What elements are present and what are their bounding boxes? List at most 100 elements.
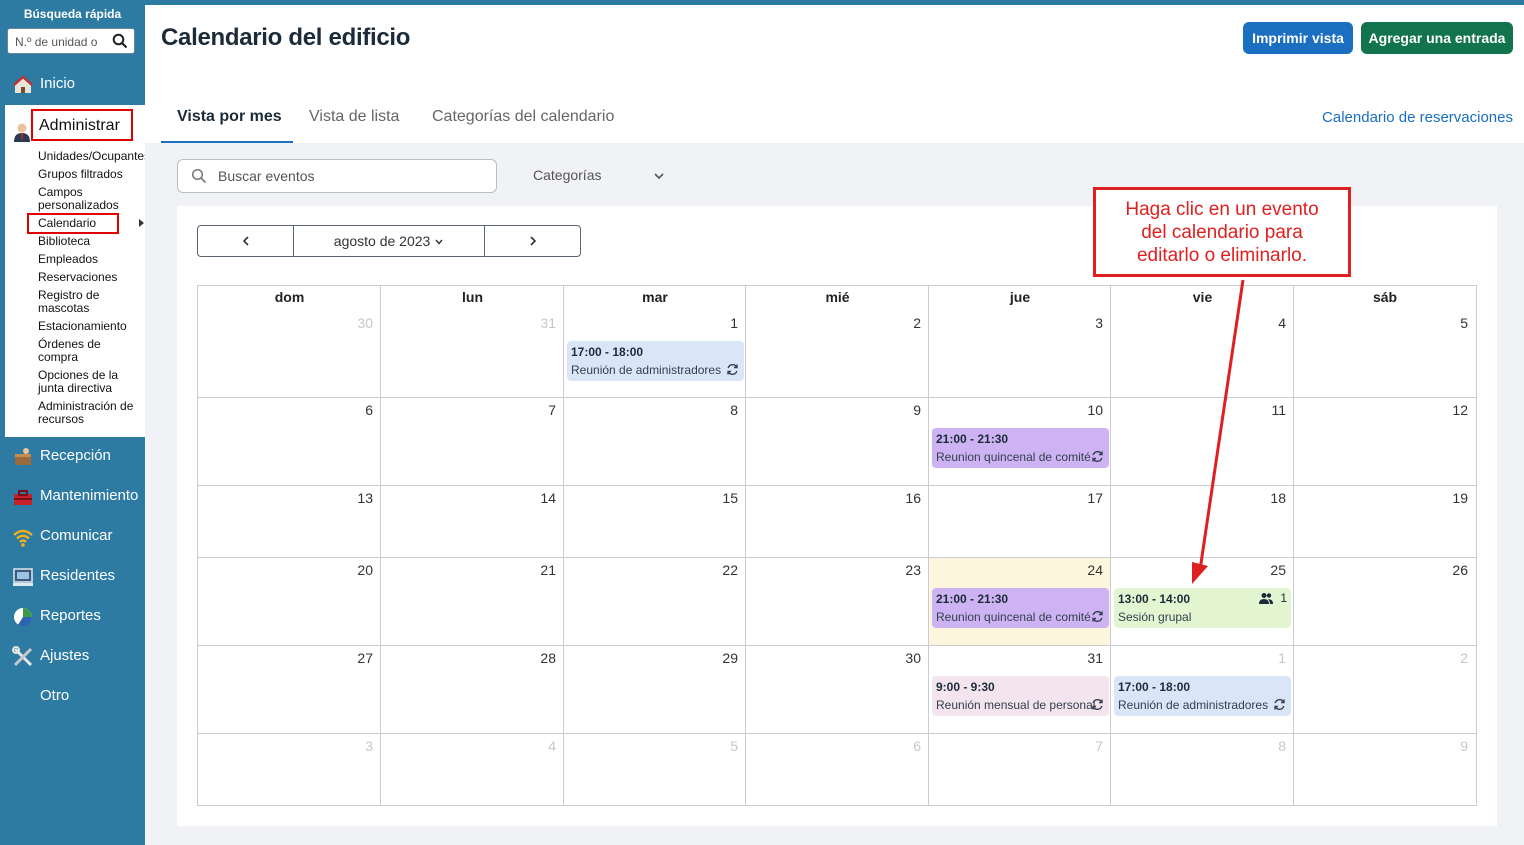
sub-biblioteca[interactable]: Biblioteca xyxy=(38,235,146,248)
nav-recepcion[interactable]: Recepción xyxy=(0,442,145,472)
day-number[interactable]: 29 xyxy=(708,650,738,666)
month-selector[interactable]: agosto de 2023 xyxy=(294,226,484,256)
categories-dropdown[interactable]: Categorías xyxy=(533,167,601,183)
day-number[interactable]: 17 xyxy=(1073,490,1103,506)
nav-mantenimiento-label: Mantenimiento xyxy=(40,487,139,504)
day-number[interactable]: 23 xyxy=(891,562,921,578)
recurring-icon xyxy=(1091,450,1104,463)
group-icon xyxy=(1259,592,1273,604)
nav-reportes[interactable]: Reportes xyxy=(0,602,145,632)
day-of-week-header: mié xyxy=(825,289,850,305)
day-number[interactable]: 30 xyxy=(343,315,373,331)
day-of-week-header: jue xyxy=(1009,289,1031,305)
day-number[interactable]: 9 xyxy=(891,402,921,418)
sub-empleados[interactable]: Empleados xyxy=(38,253,146,266)
day-number[interactable]: 14 xyxy=(526,490,556,506)
day-number[interactable]: 8 xyxy=(708,402,738,418)
day-number[interactable]: 31 xyxy=(526,315,556,331)
sub-estacionamiento[interactable]: Estacionamiento xyxy=(38,320,146,333)
sub-mascotas[interactable]: Registro de mascotas xyxy=(38,289,118,315)
nav-comunicar[interactable]: Comunicar xyxy=(0,522,145,552)
day-number[interactable]: 27 xyxy=(343,650,373,666)
calendar-event[interactable]: 21:00 - 21:30 Reunion quincenal de comité xyxy=(932,428,1109,468)
day-number[interactable]: 18 xyxy=(1256,490,1286,506)
day-of-week-header: sáb xyxy=(1372,289,1398,305)
sub-ordenes[interactable]: Órdenes de compra xyxy=(38,338,118,364)
sub-junta[interactable]: Opciones de la junta directiva xyxy=(38,369,128,395)
day-number[interactable]: 1 xyxy=(708,315,738,331)
day-number[interactable]: 16 xyxy=(891,490,921,506)
calendar-event[interactable]: 9:00 - 9:30 Reunión mensual de personal xyxy=(932,676,1109,716)
day-number[interactable]: 13 xyxy=(343,490,373,506)
chevron-down-icon[interactable] xyxy=(652,169,666,183)
calendar-event[interactable]: 17:00 - 18:00 Reunión de administradores xyxy=(1114,676,1291,716)
print-view-button[interactable]: Imprimir vista xyxy=(1243,22,1353,54)
nav-residentes[interactable]: Residentes xyxy=(0,562,145,592)
search-icon[interactable] xyxy=(112,33,128,49)
sub-grupos[interactable]: Grupos filtrados xyxy=(38,168,146,181)
day-number[interactable]: 7 xyxy=(526,402,556,418)
day-number[interactable]: 6 xyxy=(891,738,921,754)
day-number[interactable]: 6 xyxy=(343,402,373,418)
day-number[interactable]: 9 xyxy=(1438,738,1468,754)
calendar-event[interactable]: 17:00 - 18:00 Reunión de administradores xyxy=(567,341,744,381)
sub-unidades[interactable]: Unidades/Ocupantes xyxy=(38,150,150,163)
day-number[interactable]: 21 xyxy=(526,562,556,578)
day-number[interactable]: 4 xyxy=(1256,315,1286,331)
reservations-calendar-link[interactable]: Calendario de reservaciones xyxy=(1322,109,1513,126)
day-number[interactable]: 26 xyxy=(1438,562,1468,578)
day-of-week-header: lun xyxy=(462,289,483,305)
day-number[interactable]: 31 xyxy=(1073,650,1103,666)
nav-otro[interactable]: Otro xyxy=(0,682,145,712)
day-number[interactable]: 7 xyxy=(1073,738,1103,754)
grid-vline xyxy=(1293,286,1294,805)
day-number[interactable]: 1 xyxy=(1256,650,1286,666)
day-number[interactable]: 2 xyxy=(891,315,921,331)
day-number[interactable]: 22 xyxy=(708,562,738,578)
annotation-line: del calendario para xyxy=(1141,222,1303,243)
day-number[interactable]: 5 xyxy=(1438,315,1468,331)
sub-calendario[interactable]: Calendario xyxy=(38,217,146,230)
previous-month-button[interactable] xyxy=(198,226,294,256)
submenu-arrow-icon xyxy=(139,219,144,227)
nav-inicio[interactable]: Inicio xyxy=(0,70,145,100)
grid-hline xyxy=(198,557,1476,558)
day-number[interactable]: 3 xyxy=(343,738,373,754)
day-number[interactable]: 4 xyxy=(526,738,556,754)
add-entry-button[interactable]: Agregar una entrada xyxy=(1361,22,1513,54)
day-number[interactable]: 25 xyxy=(1256,562,1286,578)
day-number[interactable]: 24 xyxy=(1073,562,1103,578)
nav-administrar[interactable]: Administrar xyxy=(31,109,133,141)
event-search-input[interactable]: Buscar eventos xyxy=(177,159,497,193)
day-number[interactable]: 15 xyxy=(708,490,738,506)
tab-list-view[interactable]: Vista de lista xyxy=(309,108,399,126)
event-time: 17:00 - 18:00 xyxy=(571,345,644,359)
sub-reservaciones[interactable]: Reservaciones xyxy=(38,271,146,284)
annotation-line: Haga clic en un evento xyxy=(1125,199,1319,220)
sub-recursos[interactable]: Administración de recursos xyxy=(38,400,138,426)
event-name: Reunion quincenal de comité xyxy=(936,450,1091,464)
sub-campos[interactable]: Campos personalizados xyxy=(38,186,128,212)
day-number[interactable]: 11 xyxy=(1256,402,1286,418)
day-number[interactable]: 5 xyxy=(708,738,738,754)
nav-mantenimiento[interactable]: Mantenimiento xyxy=(0,482,145,512)
day-number[interactable]: 10 xyxy=(1073,402,1103,418)
day-number[interactable]: 19 xyxy=(1438,490,1468,506)
day-number[interactable]: 8 xyxy=(1256,738,1286,754)
calendar-event[interactable]: 21:00 - 21:30 Reunion quincenal de comité xyxy=(932,588,1109,628)
wifi-icon xyxy=(13,529,33,547)
day-number[interactable]: 28 xyxy=(526,650,556,666)
home-icon xyxy=(13,75,33,93)
day-number[interactable]: 20 xyxy=(343,562,373,578)
day-number[interactable]: 12 xyxy=(1438,402,1468,418)
calendar-event[interactable]: 13:00 - 14:00 Sesión grupal 1 xyxy=(1114,588,1291,628)
residents-icon xyxy=(13,568,33,586)
tab-month-view[interactable]: Vista por mes xyxy=(177,108,282,126)
quick-search-input[interactable]: N.º de unidad o xyxy=(7,28,135,54)
nav-ajustes[interactable]: Ajustes xyxy=(0,642,145,672)
day-number[interactable]: 3 xyxy=(1073,315,1103,331)
next-month-button[interactable] xyxy=(484,226,580,256)
day-number[interactable]: 2 xyxy=(1438,650,1468,666)
day-number[interactable]: 30 xyxy=(891,650,921,666)
tab-calendar-categories[interactable]: Categorías del calendario xyxy=(432,108,614,126)
